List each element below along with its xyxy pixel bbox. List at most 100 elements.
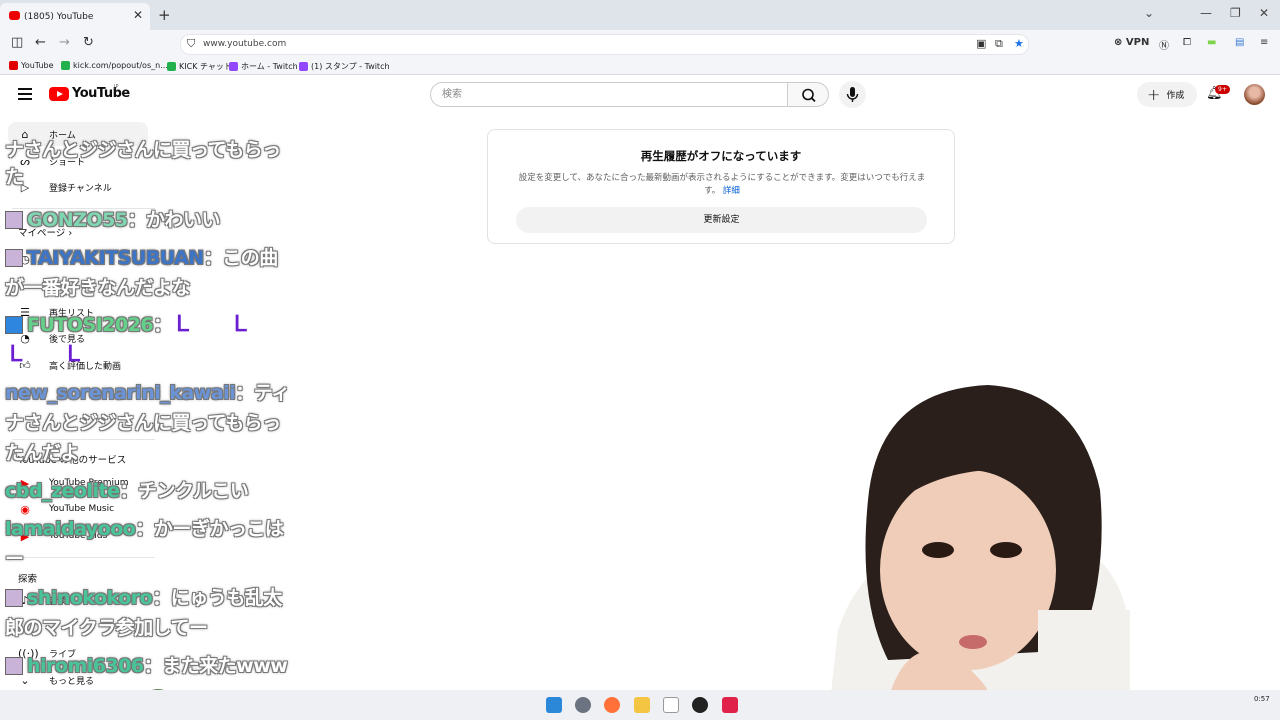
- sidebar-divider: [12, 557, 155, 558]
- voice-search-button[interactable]: [839, 81, 866, 108]
- firefox-icon[interactable]: [604, 697, 620, 713]
- search-input[interactable]: 検索: [430, 82, 788, 107]
- sidebar-label: マイページ: [18, 228, 66, 239]
- kick-bookmark-icon: [61, 61, 70, 70]
- green-extension-icon[interactable]: ▬: [1207, 37, 1216, 48]
- live-icon: ((·)): [18, 646, 39, 660]
- site-info-icon[interactable]: ⛉: [187, 37, 195, 51]
- settings-gear-icon[interactable]: [575, 697, 591, 713]
- bookmark-label: (1) スタンプ - Twitch: [311, 62, 390, 71]
- clock-icon: ◔: [20, 331, 30, 345]
- youtube-header: YouTube JP 検索 + 作成 🔔︎: [0, 76, 1280, 114]
- browser-toolbar: ◫ ← → ↻ ⛉ www.youtube.com ▣ ⧉ ★ ⊗ VPN Ⓝ …: [0, 30, 1280, 58]
- sidebar-item-watch-later[interactable]: ◔ 後で見る: [8, 326, 148, 350]
- close-window-button[interactable]: ✕: [1259, 6, 1269, 20]
- plus-icon: +: [1147, 85, 1161, 104]
- blue-extension-icon[interactable]: ▤: [1235, 37, 1244, 48]
- menu-icon[interactable]: ≡: [1260, 37, 1268, 48]
- bookmark-kick-popout[interactable]: kick.com/popout/os_n...: [61, 61, 168, 70]
- sidebar-item-history[interactable]: ◷: [8, 247, 148, 271]
- n-extension-icon[interactable]: Ⓝ: [1159, 37, 1169, 52]
- sidebar-label: もっと見る: [49, 676, 95, 687]
- sidebar-item-home[interactable]: ⌂ ホーム: [8, 122, 148, 146]
- sidebar-section-explore: 探索: [18, 574, 38, 585]
- sidebar-item-live[interactable]: ((·)) ライブ: [8, 641, 148, 665]
- sidebar-item-shorts[interactable]: ᔕ ショート: [8, 149, 148, 173]
- sidebar-section-other-services: YouTube の他のサービス: [18, 455, 127, 466]
- sidebar-label: YouTube Premium: [49, 478, 129, 488]
- youtube-kids-icon: ▶: [20, 529, 30, 543]
- history-off-card: 再生履歴がオフになっています 設定を変更して、あなたに合った最新動画が表示される…: [487, 129, 955, 244]
- vpn-button[interactable]: ⊗ VPN: [1114, 37, 1149, 48]
- bookmark-twitch-home[interactable]: ホーム - Twitch: [229, 61, 298, 72]
- search-button[interactable]: [787, 82, 829, 107]
- extensions-icon[interactable]: ⧠: [1183, 37, 1191, 48]
- youtube-logo-icon[interactable]: [49, 87, 69, 101]
- search-icon: [802, 88, 816, 103]
- translate-icon[interactable]: ⧉: [995, 37, 1003, 51]
- forward-button[interactable]: →: [59, 35, 70, 50]
- notepad-icon[interactable]: [663, 697, 679, 713]
- tab-title: (1805) YouTube: [24, 11, 94, 22]
- sidebar-label: 高く評価した動画: [49, 361, 122, 372]
- taskbar-clock: 0:57: [1254, 695, 1270, 703]
- sidebar-item-mypage[interactable]: マイページ ›: [18, 225, 72, 239]
- home-icon: ⌂: [21, 127, 29, 141]
- youtube-favicon-icon: [9, 11, 20, 20]
- vpn-label: VPN: [1125, 37, 1150, 48]
- sidebar-item-subscriptions[interactable]: ▷ 登録チャンネル: [8, 175, 148, 199]
- youtube-logo-text[interactable]: YouTube: [72, 86, 130, 101]
- file-explorer-icon[interactable]: [634, 697, 650, 713]
- new-tab-button[interactable]: +: [158, 6, 171, 24]
- bookmark-kick-chat[interactable]: KICK チャット: [167, 61, 232, 72]
- reload-button[interactable]: ↻: [83, 35, 94, 50]
- sidebar-item-kids[interactable]: ▶ YouTube Kids: [8, 524, 148, 548]
- details-link[interactable]: 詳細: [723, 186, 740, 196]
- update-settings-button[interactable]: 更新設定: [516, 207, 927, 233]
- minimize-button[interactable]: —: [1200, 6, 1212, 20]
- region-code: JP: [114, 84, 119, 90]
- url-text: www.youtube.com: [203, 39, 287, 49]
- streamer-webcam-image: [828, 385, 1130, 720]
- tab-list-icon[interactable]: ⌄: [1144, 6, 1154, 20]
- bookmark-label: KICK チャット: [179, 62, 232, 71]
- sidebar-item-premium[interactable]: ▶ YouTube Premium: [8, 471, 148, 495]
- create-label: 作成: [1166, 91, 1185, 101]
- sidebar-label: 登録チャンネル: [49, 183, 112, 194]
- sidebar-item-playlists[interactable]: ☰ 再生リスト: [8, 300, 148, 324]
- sidebar-label: 音楽: [49, 596, 68, 607]
- sidebar-label: YouTube Music: [49, 504, 115, 514]
- bookmark-star-icon[interactable]: ★: [1014, 37, 1024, 50]
- windows-taskbar: [0, 690, 1280, 720]
- guide-menu-icon[interactable]: [18, 88, 32, 103]
- shorts-icon: ᔕ: [20, 154, 30, 168]
- thumbs-up-icon: 👍︎: [19, 358, 31, 372]
- tab-youtube[interactable]: (1805) YouTube ✕: [0, 3, 150, 30]
- windows-start-icon[interactable]: [546, 697, 562, 713]
- subscriptions-icon: ▷: [20, 180, 30, 194]
- obs-icon[interactable]: [692, 697, 708, 713]
- sidebar-item-liked[interactable]: 👍︎ 高く評価した動画: [8, 353, 148, 377]
- close-tab-icon[interactable]: ✕: [133, 8, 143, 22]
- sidebar-label: 再生リスト: [49, 308, 95, 319]
- playlist-icon: ☰: [20, 305, 30, 319]
- bookmark-youtube[interactable]: YouTube: [9, 61, 54, 70]
- create-button[interactable]: + 作成: [1137, 82, 1197, 107]
- maximize-button[interactable]: ❐: [1230, 6, 1241, 20]
- reader-view-icon[interactable]: ▣: [976, 37, 986, 50]
- app-red-icon[interactable]: [722, 697, 738, 713]
- sidebar-item-more[interactable]: ⌄ もっと見る: [8, 668, 148, 692]
- back-button[interactable]: ←: [35, 35, 46, 50]
- bookmark-label: YouTube: [21, 61, 54, 70]
- bookmark-twitch-stamps[interactable]: (1) スタンプ - Twitch: [299, 61, 390, 72]
- chat-text: また来たwww: [162, 655, 288, 677]
- avatar[interactable]: [1244, 84, 1265, 105]
- bookmarks-bar: YouTube kick.com/popout/os_n... KICK チャッ…: [0, 58, 1280, 75]
- sidebar-item-music-explore[interactable]: ♪ 音楽: [8, 588, 148, 612]
- sidebar-toggle-icon[interactable]: ◫: [11, 35, 23, 50]
- sidebar-item-music[interactable]: ◉ YouTube Music: [8, 497, 148, 521]
- webcam-overlay: [828, 380, 1130, 720]
- sidebar-label: YouTube Kids: [49, 531, 108, 541]
- youtube-music-icon: ◉: [20, 502, 30, 516]
- url-bar[interactable]: ⛉ www.youtube.com ▣ ⧉ ★: [180, 34, 1029, 55]
